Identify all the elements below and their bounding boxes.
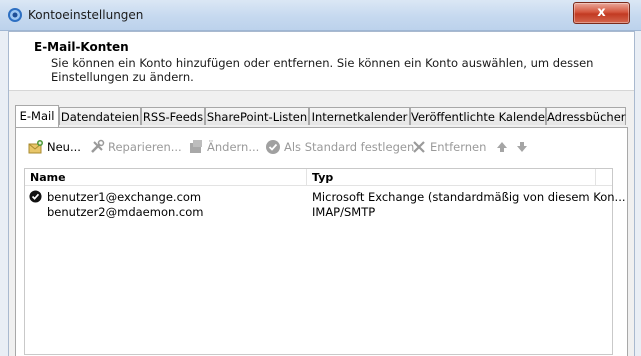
tab-rss-feeds[interactable]: RSS-Feeds xyxy=(141,107,205,125)
tab-published-calendars[interactable]: Veröffentlichte Kalender xyxy=(410,107,550,125)
window-title: Kontoeinstellungen xyxy=(28,8,144,22)
default-account-check-icon xyxy=(29,190,42,203)
header-description: Sie können ein Konto hinzufügen oder ent… xyxy=(51,56,594,84)
list-header: Name Typ xyxy=(25,169,612,186)
tab-data-files[interactable]: Datendateien xyxy=(59,107,141,125)
change-account-icon xyxy=(190,140,202,153)
set-default-button-label: Als Standard festlegen xyxy=(284,140,415,154)
title-bar: Kontoeinstellungen x xyxy=(0,0,641,31)
remove-button[interactable]: Entfernen xyxy=(411,139,486,155)
arrow-down-icon xyxy=(517,142,527,152)
tab-address-books[interactable]: Adressbücher xyxy=(546,107,626,125)
tab-sharepoint-lists[interactable]: SharePoint-Listen xyxy=(205,107,309,125)
new-button[interactable]: Neu... xyxy=(28,139,81,155)
set-default-button[interactable]: Als Standard festlegen xyxy=(265,139,414,155)
close-button[interactable]: x xyxy=(573,2,630,24)
move-up-button[interactable] xyxy=(494,139,510,155)
repair-tools-icon xyxy=(91,139,105,153)
account-row[interactable]: benutzer2@mdaemon.com IMAP/SMTP xyxy=(25,205,612,219)
change-button-label: Ändern... xyxy=(207,140,260,154)
column-divider[interactable] xyxy=(306,169,307,185)
account-row[interactable]: benutzer1@exchange.com Microsoft Exchang… xyxy=(25,190,626,204)
column-divider[interactable] xyxy=(595,169,596,185)
change-button[interactable]: Ändern... xyxy=(188,139,259,155)
dialog-header: E-Mail-Konten Sie können ein Konto hinzu… xyxy=(9,32,634,91)
column-header-type[interactable]: Typ xyxy=(312,171,333,184)
arrow-up-icon xyxy=(497,142,507,152)
account-name: benutzer2@mdaemon.com xyxy=(47,205,204,219)
account-name: benutzer1@exchange.com xyxy=(47,190,202,204)
outlook-icon xyxy=(8,8,22,22)
new-button-label: Neu... xyxy=(47,140,81,154)
account-type: IMAP/SMTP xyxy=(312,205,376,219)
header-title: E-Mail-Konten xyxy=(34,40,129,54)
repair-button[interactable]: Reparieren... xyxy=(89,139,182,155)
tab-internet-calendars[interactable]: Internetkalender xyxy=(309,107,410,125)
new-account-icon xyxy=(28,140,43,154)
tab-email[interactable]: E-Mail xyxy=(15,105,59,127)
remove-button-label: Entfernen xyxy=(430,140,487,154)
remove-x-icon xyxy=(413,141,425,153)
checkmark-circle-icon xyxy=(266,140,280,154)
account-toolbar: Neu... Reparieren... Ändern... Als Stand… xyxy=(16,128,627,158)
column-header-name[interactable]: Name xyxy=(30,171,66,184)
account-type: Microsoft Exchange (standardmäßig von di… xyxy=(312,190,626,204)
repair-button-label: Reparieren... xyxy=(108,140,182,154)
email-tab-panel: Neu... Reparieren... Ändern... Als Stand… xyxy=(15,127,628,356)
move-down-button[interactable] xyxy=(514,139,530,155)
account-settings-dialog: E-Mail-Konten Sie können ein Konto hinzu… xyxy=(8,31,635,356)
account-list[interactable]: Name Typ benutzer1@exchange.com Microsof… xyxy=(24,168,626,355)
